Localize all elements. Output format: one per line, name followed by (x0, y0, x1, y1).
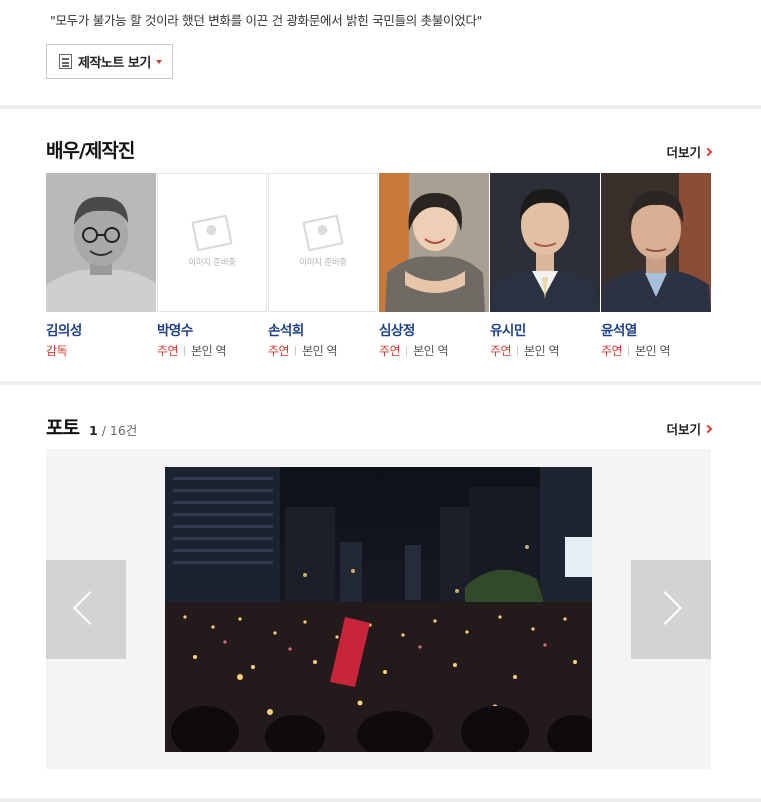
cast-character: 본인 역 (191, 344, 227, 358)
cast-role: 주연 본인 역 (490, 342, 600, 359)
divider (295, 345, 297, 356)
arrow-right-icon (648, 591, 682, 625)
cast-item-actor[interactable]: 심상정 주연 본인 역 (379, 173, 489, 359)
placeholder-text: 이미지 준비중 (188, 257, 236, 268)
cast-character: 본인 역 (413, 344, 449, 358)
chevron-right-icon (703, 147, 713, 156)
cast-role: 주연 본인 역 (379, 342, 489, 359)
caret-down-icon (155, 59, 162, 64)
cast-role-type: 감독 (46, 344, 68, 358)
cast-photo-placeholder: 이미지 준비중 (268, 173, 378, 312)
photo-gallery (46, 449, 711, 769)
cast-role-type: 주연 (490, 344, 512, 358)
cast-photo (379, 173, 489, 312)
cast-role: 주연 본인 역 (268, 342, 378, 359)
image-placeholder-icon (191, 214, 233, 251)
cast-name: 심상정 (379, 323, 415, 339)
cast-role: 주연 본인 역 (601, 342, 711, 359)
cast-character: 본인 역 (302, 344, 338, 358)
divider (628, 345, 630, 356)
cast-character: 본인 역 (524, 344, 560, 358)
placeholder-text: 이미지 준비중 (299, 257, 347, 268)
gallery-main-photo[interactable] (165, 467, 592, 752)
cast-name: 손석희 (268, 323, 304, 339)
photo-counter: 1 / 16건 (89, 420, 137, 439)
arrow-left-icon (73, 591, 107, 625)
production-notes-label: 제작노트 보기 (78, 56, 151, 71)
gallery-prev-button[interactable] (46, 560, 126, 659)
cast-name: 유시민 (490, 323, 526, 339)
divider (517, 345, 519, 356)
cast-item-actor[interactable]: 유시민 주연 본인 역 (490, 173, 600, 359)
cast-photo (46, 173, 156, 312)
cast-item-actor[interactable]: 이미지 준비중 박영수 주연 본인 역 (157, 173, 267, 359)
divider (184, 345, 186, 356)
cast-list: 김의성 감독 이미지 준비중 박영수 주연 본인 역 이미지 준비중 손석희 주… (46, 173, 711, 363)
divider (406, 345, 408, 356)
cast-photo (490, 173, 600, 312)
cast-role-type: 주연 (157, 344, 179, 358)
photo-current-index: 1 (89, 423, 98, 438)
cast-name: 김의성 (46, 323, 82, 339)
cast-role: 감독 (46, 342, 156, 359)
cast-section-title: 배우/제작진 (46, 140, 135, 162)
cast-photo (601, 173, 711, 312)
gallery-next-button[interactable] (631, 560, 711, 659)
photo-more-label: 더보기 (666, 422, 701, 437)
cast-more-label: 더보기 (666, 145, 701, 160)
movie-quote: "모두가 불가능 할 것이라 했던 변화를 이끈 건 광화문에서 밝힌 국민들의… (50, 13, 483, 28)
cast-role-type: 주연 (379, 344, 401, 358)
photo-more-link[interactable]: 더보기 (666, 419, 713, 438)
document-icon (59, 54, 72, 69)
cast-role-type: 주연 (268, 344, 290, 358)
production-notes-button[interactable]: 제작노트 보기 (46, 44, 173, 79)
cast-item-actor[interactable]: 윤석열 주연 본인 역 (601, 173, 711, 359)
image-placeholder-icon (302, 214, 344, 251)
cast-item-actor[interactable]: 이미지 준비중 손석희 주연 본인 역 (268, 173, 378, 359)
photo-total-count: / 16건 (101, 423, 138, 438)
cast-name: 박영수 (157, 323, 193, 339)
cast-more-link[interactable]: 더보기 (666, 142, 713, 161)
intro-section: "모두가 불가능 할 것이라 했던 변화를 이끈 건 광화문에서 밝힌 국민들의… (0, 0, 761, 105)
photo-section-title: 포토 (46, 417, 80, 439)
photo-section: 포토 1 / 16건 더보기 (0, 385, 761, 798)
cast-role: 주연 본인 역 (157, 342, 267, 359)
chevron-right-icon (703, 424, 713, 433)
cast-name: 윤석열 (601, 323, 637, 339)
cast-character: 본인 역 (635, 344, 671, 358)
cast-role-type: 주연 (601, 344, 623, 358)
cast-photo-placeholder: 이미지 준비중 (157, 173, 267, 312)
cast-section: 배우/제작진 더보기 김의성 감독 이미지 준비중 박영수 주연 본인 역 이미… (0, 109, 761, 381)
cast-item-director[interactable]: 김의성 감독 (46, 173, 156, 359)
